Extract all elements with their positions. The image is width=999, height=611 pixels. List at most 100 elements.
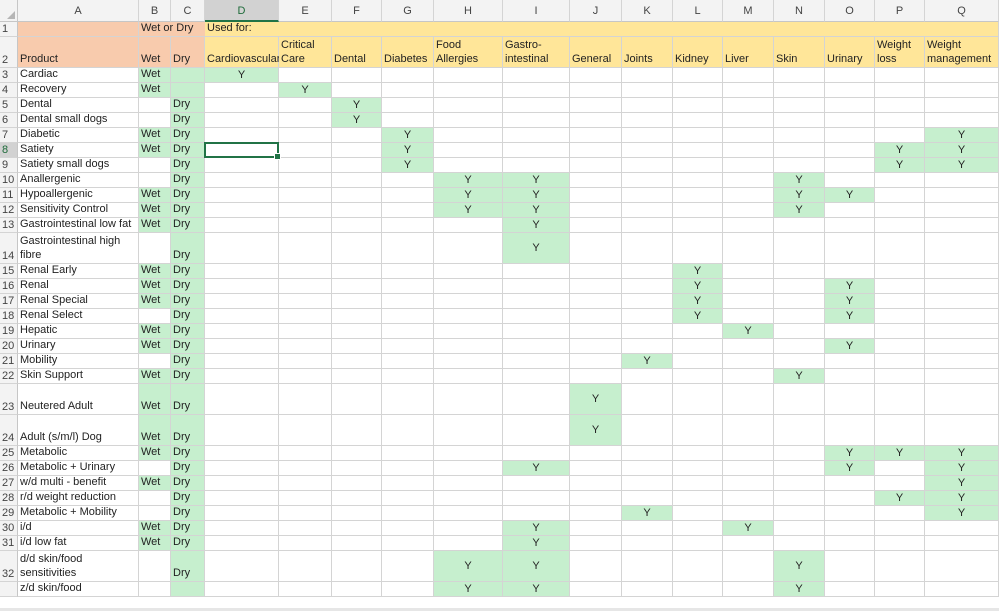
y-mark-cell[interactable]: Y [723,521,774,536]
empty-cell[interactable] [875,339,925,354]
empty-cell[interactable] [382,461,434,476]
product-cell[interactable]: Gastrointestinal high fibre [18,233,139,264]
wet-cell[interactable]: Wet [139,476,171,491]
y-mark-cell[interactable]: Y [434,551,503,582]
empty-cell[interactable] [570,491,622,506]
empty-cell[interactable] [825,68,875,83]
empty-cell[interactable] [723,536,774,551]
empty-cell[interactable] [925,339,999,354]
empty-cell[interactable] [673,461,723,476]
empty-cell[interactable] [925,582,999,597]
empty-cell[interactable] [723,188,774,203]
y-mark-cell[interactable]: Y [875,158,925,173]
empty-cell[interactable] [825,203,875,218]
empty-cell[interactable] [825,369,875,384]
empty-cell[interactable] [205,491,279,506]
empty-cell[interactable] [503,143,570,158]
empty-cell[interactable] [382,173,434,188]
empty-cell[interactable] [925,415,999,446]
row-header-31[interactable]: 31 [0,536,18,551]
empty-cell[interactable] [570,461,622,476]
empty-cell[interactable] [332,446,382,461]
empty-cell[interactable] [434,339,503,354]
dry-cell[interactable]: Dry [171,384,205,415]
empty-cell[interactable] [503,294,570,309]
empty-cell[interactable] [382,309,434,324]
product-cell[interactable]: Hypoallergenic [18,188,139,203]
y-mark-cell[interactable]: Y [774,203,825,218]
empty-cell[interactable] [774,158,825,173]
empty-cell[interactable] [434,143,503,158]
empty-cell[interactable] [382,324,434,339]
empty-cell[interactable] [825,173,875,188]
empty-cell[interactable] [503,354,570,369]
row-header-26[interactable]: 26 [0,461,18,476]
y-mark-cell[interactable]: Y [925,461,999,476]
empty-cell[interactable] [205,582,279,597]
empty-cell[interactable] [774,143,825,158]
empty-cell[interactable] [332,203,382,218]
y-mark-cell[interactable]: Y [825,461,875,476]
empty-cell[interactable] [622,491,673,506]
empty-cell[interactable] [723,461,774,476]
empty-cell[interactable] [279,98,332,113]
row-header-25[interactable]: 25 [0,446,18,461]
empty-cell[interactable] [434,279,503,294]
empty-cell[interactable] [875,461,925,476]
dry-cell[interactable]: Dry [171,279,205,294]
empty-cell[interactable] [673,98,723,113]
empty-cell[interactable] [774,536,825,551]
empty-cell[interactable] [279,324,332,339]
product-cell[interactable]: Gastrointestinal low fat [18,218,139,233]
empty-cell[interactable] [570,233,622,264]
empty-cell[interactable] [925,551,999,582]
empty-cell[interactable] [570,158,622,173]
condition-header-gastro-intestinal[interactable]: Gastro-intestinal [503,37,570,68]
column-header-h[interactable]: H [434,0,503,22]
product-cell[interactable]: w/d multi - benefit [18,476,139,491]
empty-cell[interactable] [622,218,673,233]
empty-cell[interactable] [205,83,279,98]
dry-cell[interactable]: Dry [171,309,205,324]
y-mark-cell[interactable]: Y [570,384,622,415]
empty-cell[interactable] [382,203,434,218]
empty-cell[interactable] [723,173,774,188]
empty-cell[interactable] [622,476,673,491]
y-mark-cell[interactable]: Y [434,582,503,597]
empty-cell[interactable] [723,354,774,369]
condition-header-food-allergies[interactable]: Food Allergies [434,37,503,68]
empty-cell[interactable] [825,506,875,521]
empty-cell[interactable] [570,143,622,158]
row-header-18[interactable]: 18 [0,309,18,324]
y-mark-cell[interactable]: Y [332,98,382,113]
empty-cell[interactable] [382,113,434,128]
empty-cell[interactable] [570,339,622,354]
empty-cell[interactable] [774,521,825,536]
empty-cell[interactable] [622,188,673,203]
column-header-g[interactable]: G [382,0,434,22]
column-header-j[interactable]: J [570,0,622,22]
empty-cell[interactable] [205,521,279,536]
row-header-16[interactable]: 16 [0,279,18,294]
dry-cell[interactable]: Dry [171,324,205,339]
empty-cell[interactable] [279,582,332,597]
empty-cell[interactable] [774,279,825,294]
empty-cell[interactable] [825,354,875,369]
empty-cell[interactable] [503,476,570,491]
wet-cell[interactable] [139,506,171,521]
empty-cell[interactable] [875,83,925,98]
y-mark-cell[interactable]: Y [825,339,875,354]
column-header-q[interactable]: Q [925,0,999,22]
wet-cell[interactable]: Wet [139,203,171,218]
empty-cell[interactable] [774,476,825,491]
column-header-d[interactable]: D [205,0,279,22]
empty-cell[interactable] [382,68,434,83]
empty-cell[interactable] [279,461,332,476]
empty-cell[interactable] [774,218,825,233]
empty-cell[interactable] [205,188,279,203]
empty-cell[interactable] [332,233,382,264]
empty-cell[interactable] [382,415,434,446]
empty-cell[interactable] [434,369,503,384]
empty-cell[interactable] [279,551,332,582]
empty-cell[interactable] [875,68,925,83]
